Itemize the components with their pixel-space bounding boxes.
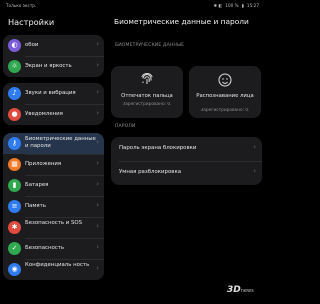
settings-item-sound[interactable]: ♪ Звуки и вибрация › [3, 83, 104, 104]
chevron-right-icon: › [96, 180, 99, 188]
sound-icon: ♪ [8, 87, 21, 100]
chevron-right-icon: › [96, 88, 99, 96]
settings-group-system: ⚷ Биометрические данные и пароли › ▦ При… [3, 133, 104, 280]
settings-item-label: Экран и яркость [25, 63, 72, 69]
apps-icon: ▦ [8, 158, 21, 171]
settings-item-label: Безопасность [25, 245, 65, 251]
settings-list-pane: Настройки ◐ обои › ☼ Экран и яркость › ♪… [0, 11, 107, 304]
chevron-right-icon: › [96, 201, 99, 209]
fingerprint-status: Зарегистрировано: 0. [122, 102, 172, 107]
settings-group-sound: ♪ Звуки и вибрация › ● Уведомления › [3, 83, 104, 125]
settings-item-biometrics[interactable]: ⚷ Биометрические данные и пароли › [3, 133, 104, 154]
palette-icon: ◐ [8, 39, 21, 52]
chevron-right-icon: › [96, 109, 99, 117]
settings-group-display: ◐ обои › ☼ Экран и яркость › [3, 35, 104, 77]
settings-item-label: Звуки и вибрация [25, 90, 76, 96]
battery-icon: ▮ [241, 3, 244, 8]
settings-item-label: Безопасность и SOS [25, 220, 83, 226]
detail-title: Биометрические данные и пароли [114, 17, 249, 26]
settings-item-label: обои [25, 42, 39, 48]
settings-item-security[interactable]: ✓ Безопасность › [3, 238, 104, 259]
passwords-card: Пароль экрана блокировки › Умная разблок… [111, 137, 262, 185]
chevron-right-icon: › [96, 243, 99, 251]
settings-item-privacy[interactable]: ◉ Конфиденциаль ность › [3, 259, 104, 280]
chevron-right-icon: › [96, 264, 99, 272]
battery-level: 100 % [225, 3, 239, 8]
display-icon: ☼ [8, 60, 21, 73]
storage-icon: ≡ [8, 200, 21, 213]
face-status: Зарегистрировано: 0. [200, 108, 250, 113]
chevron-right-icon: › [96, 138, 99, 146]
settings-item-apps[interactable]: ▦ Приложения › [3, 154, 104, 175]
chevron-right-icon: › [96, 61, 99, 69]
fingerprint-title: Отпечаток пальца [121, 93, 173, 99]
chevron-right-icon: › [253, 167, 256, 175]
settings-item-display[interactable]: ☼ Экран и яркость › [3, 56, 104, 77]
settings-item-label: Приложения [25, 161, 62, 167]
settings-item-notifications[interactable]: ● Уведомления › [3, 104, 104, 125]
password-item-label: Пароль экрана блокировки [119, 145, 197, 151]
watermark-logo: 3Dnews [227, 285, 254, 295]
fingerprint-icon [139, 72, 155, 88]
settings-item-battery[interactable]: ▮ Батарея › [3, 175, 104, 196]
bell-icon: ● [8, 108, 21, 121]
face-icon [217, 72, 233, 88]
settings-item-wallpaper[interactable]: ◐ обои › [3, 35, 104, 56]
section-header-biometrics: БИОМЕТРИЧЕСКИЕ ДАННЫЕ [115, 43, 185, 48]
watermark-main: 3D [227, 285, 241, 295]
settings-item-label: Биометрические данные и пароли [25, 136, 96, 149]
smart-unlock-item[interactable]: Умная разблокировка › [111, 161, 262, 185]
page-title: Настройки [8, 17, 55, 27]
settings-item-label: Память [25, 203, 46, 209]
shield-icon: ✓ [8, 242, 21, 255]
status-icons: ✱ ◧ [213, 3, 223, 8]
settings-item-safety-sos[interactable]: ✱ Безопасность и SOS › [3, 217, 104, 238]
password-item-label: Умная разблокировка [119, 169, 182, 175]
chevron-right-icon: › [96, 40, 99, 48]
settings-item-label: Конфиденциаль ность [25, 262, 90, 268]
watermark-sub: news [240, 288, 254, 294]
face-recognition-card[interactable]: Распознавание лица Зарегистрировано: 0. [189, 66, 261, 118]
chevron-right-icon: › [253, 143, 256, 151]
lock-screen-password-item[interactable]: Пароль экрана блокировки › [111, 137, 262, 161]
detail-pane: Биометрические данные и пароли БИОМЕТРИЧ… [108, 11, 265, 304]
settings-item-label: Батарея [25, 182, 49, 188]
battery-icon: ▮ [8, 179, 21, 192]
status-right: ✱ ◧ 100 % ▮ 15:27 [214, 3, 260, 8]
chevron-right-icon: › [96, 159, 99, 167]
status-text-left: Только экстр. [6, 3, 37, 8]
key-icon: ⚷ [8, 137, 21, 150]
chevron-right-icon: › [96, 222, 99, 230]
fingerprint-card[interactable]: Отпечаток пальца Зарегистрировано: 0. [111, 66, 183, 118]
clock: 15:27 [246, 3, 259, 8]
settings-item-storage[interactable]: ≡ Память › [3, 196, 104, 217]
face-title: Распознавание лица [196, 93, 254, 99]
status-bar: Только экстр. ✱ ◧ 100 % ▮ 15:27 [0, 0, 265, 11]
settings-item-label: Уведомления [25, 111, 63, 117]
section-header-passwords: ПАРОЛИ [115, 124, 136, 129]
privacy-icon: ◉ [8, 263, 21, 276]
sos-icon: ✱ [8, 221, 21, 234]
